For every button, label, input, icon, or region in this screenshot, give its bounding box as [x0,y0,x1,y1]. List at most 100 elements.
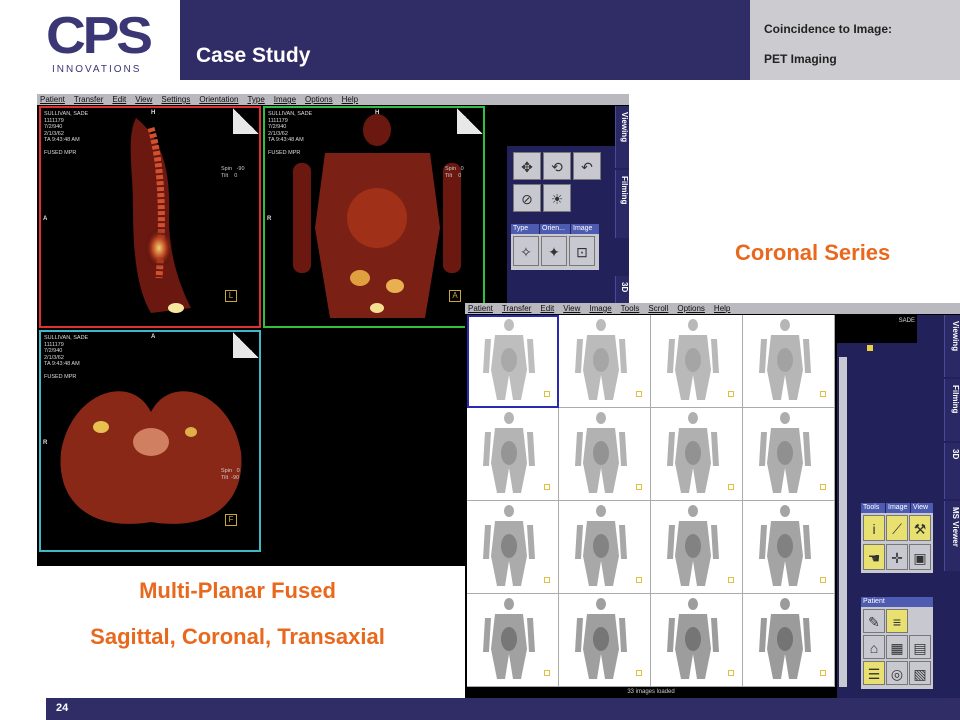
palette-orientation[interactable]: Orien... [540,224,570,234]
thumbnail-marker [728,391,734,397]
undo-icon[interactable]: ↶ [573,152,601,180]
mpr-menu-options[interactable]: Options [305,94,333,105]
measure-tool-icon[interactable]: ⟋ [886,515,908,541]
coronal-thumbnail[interactable] [743,408,835,501]
hand-tool-icon[interactable]: ☚ [863,544,885,570]
patient-edit-icon[interactable]: ✎ [863,609,885,633]
mpr-menu-edit[interactable]: Edit [112,94,126,105]
coronal-menu-edit[interactable]: Edit [540,303,554,314]
coronal-thumbnail[interactable] [559,408,651,501]
oblique-tool-icon[interactable]: ⊘ [513,184,541,212]
coronal-side-panel: SADE Viewing Filming 3D MS Viewer Tools … [837,315,960,698]
coronal-thumbnail[interactable] [651,501,743,594]
mpr-menu-help[interactable]: Help [342,94,358,105]
folder-icon[interactable]: ⌂ [863,635,885,659]
mpr-menu-type[interactable]: Type [247,94,264,105]
stack-icon[interactable]: ☰ [863,661,885,685]
coronal-menu-scroll[interactable]: Scroll [648,303,668,314]
coronal-thumbnail[interactable] [467,408,559,501]
palette-image[interactable]: Image [571,224,599,234]
orientation-top: A [151,334,156,340]
page-fold-icon[interactable] [233,108,259,134]
orbit-icon[interactable]: ◎ [886,661,908,685]
tab-3d[interactable]: 3D [944,443,960,499]
coronal-thumbnail[interactable] [651,315,743,408]
hammer-tool-icon[interactable]: ⚒ [909,515,931,541]
coronal-menu-patient[interactable]: Patient [468,303,493,314]
thumbnail-marker [636,484,642,490]
grid-layout-icon[interactable]: ▤ [909,635,931,659]
coronal-menu-options[interactable]: Options [677,303,705,314]
coronal-menu-help[interactable]: Help [714,303,730,314]
coronal-thumbnail[interactable] [743,501,835,594]
coronal-thumbnail[interactable] [743,594,835,687]
patient-info: SULLIVAN, SADE 1111179 7/2/940 2/1/3/62 … [268,111,313,156]
slide: CPS INNOVATIONS Case Study Coincidence t… [0,0,960,720]
tab-viewing[interactable]: Viewing [944,315,960,377]
palette-patient[interactable]: Patient [861,597,933,607]
tab-filming[interactable]: Filming [615,170,629,238]
mpr-menu-patient[interactable]: Patient [40,94,65,105]
mpr-menu-orientation[interactable]: Orientation [199,94,238,105]
print-icon[interactable]: ▧ [909,661,931,685]
tab-viewing[interactable]: Viewing [615,106,629,168]
coronal-thumbnail[interactable] [559,315,651,408]
list-icon[interactable]: ≡ [886,609,908,633]
patient-name-box: SADE [837,315,917,343]
sagittal-viewport[interactable]: SULLIVAN, SADE 1111179 7/2/940 2/1/3/62 … [39,106,261,328]
page-number: 24 [56,702,69,714]
mpr-menu-image[interactable]: Image [274,94,296,105]
transaxial-viewport[interactable]: SULLIVAN, SADE 1111179 7/2/940 2/1/3/62 … [39,330,261,552]
spin-tool-icon[interactable]: ⟲ [543,152,571,180]
marker-icon [867,345,873,351]
patient-info: SULLIVAN, SADE 1111179 7/2/940 2/1/3/62 … [44,111,89,156]
thumbnail-marker [820,484,826,490]
coronal-thumbnail[interactable] [651,408,743,501]
coronal-menu-transfer[interactable]: Transfer [502,303,532,314]
topic-line-1: Coincidence to Image: [764,22,893,36]
palette-image[interactable]: Image [886,503,910,513]
coronal-thumbnail[interactable] [467,594,559,687]
brightness-icon[interactable]: ☀ [543,184,571,212]
thumbnail-marker [544,391,550,397]
coronal-thumbnail[interactable] [651,594,743,687]
coronal-menu-view[interactable]: View [563,303,580,314]
crosshair-tool-icon[interactable]: ✛ [886,544,908,570]
mpr-menu-view[interactable]: View [135,94,152,105]
status-bar: 33 images loaded [467,687,835,698]
coronal-thumbnail[interactable] [559,594,651,687]
thumbnail-marker [636,577,642,583]
footer-bar [46,698,960,720]
tab-ms-viewer[interactable]: MS Viewer [944,501,960,571]
thumbnail-marker [728,577,734,583]
coronal-viewport[interactable]: SULLIVAN, SADE 1111179 7/2/940 2/1/3/62 … [263,106,485,328]
camera-tool-icon[interactable]: ▣ [909,544,931,570]
thumbnail-marker [544,670,550,676]
page-fold-icon[interactable] [457,108,483,134]
palette-tools[interactable]: Tools [861,503,885,513]
coronal-menu-image[interactable]: Image [589,303,611,314]
tab-filming[interactable]: Filming [944,379,960,441]
scrollbar[interactable] [839,357,847,687]
mpr-type-icon[interactable]: ✧ [513,236,539,266]
coronal-thumbnail[interactable] [743,315,835,408]
image-icon[interactable]: ⊡ [569,236,595,266]
coronal-thumbnail[interactable] [467,501,559,594]
mpf-caption-line1: Multi-Planar Fused [139,578,336,603]
thumbnail-marker [728,670,734,676]
rotate-tool-icon[interactable]: ✥ [513,152,541,180]
patient-name: SADE [898,318,915,324]
info-tool-icon[interactable]: i [863,515,885,541]
page-fold-icon[interactable] [233,332,259,358]
layout-icon[interactable]: ▦ [886,635,908,659]
mpr-menu-transfer[interactable]: Transfer [74,94,104,105]
coronal-thumbnail[interactable] [467,315,559,408]
mpr-menu-settings[interactable]: Settings [161,94,190,105]
thumbnail-grid [467,315,835,687]
header-bar [180,0,750,80]
coronal-thumbnail[interactable] [559,501,651,594]
orientation-icon[interactable]: ✦ [541,236,567,266]
palette-type[interactable]: Type [511,224,539,234]
coronal-menu-tools[interactable]: Tools [621,303,640,314]
palette-view[interactable]: View [911,503,933,513]
